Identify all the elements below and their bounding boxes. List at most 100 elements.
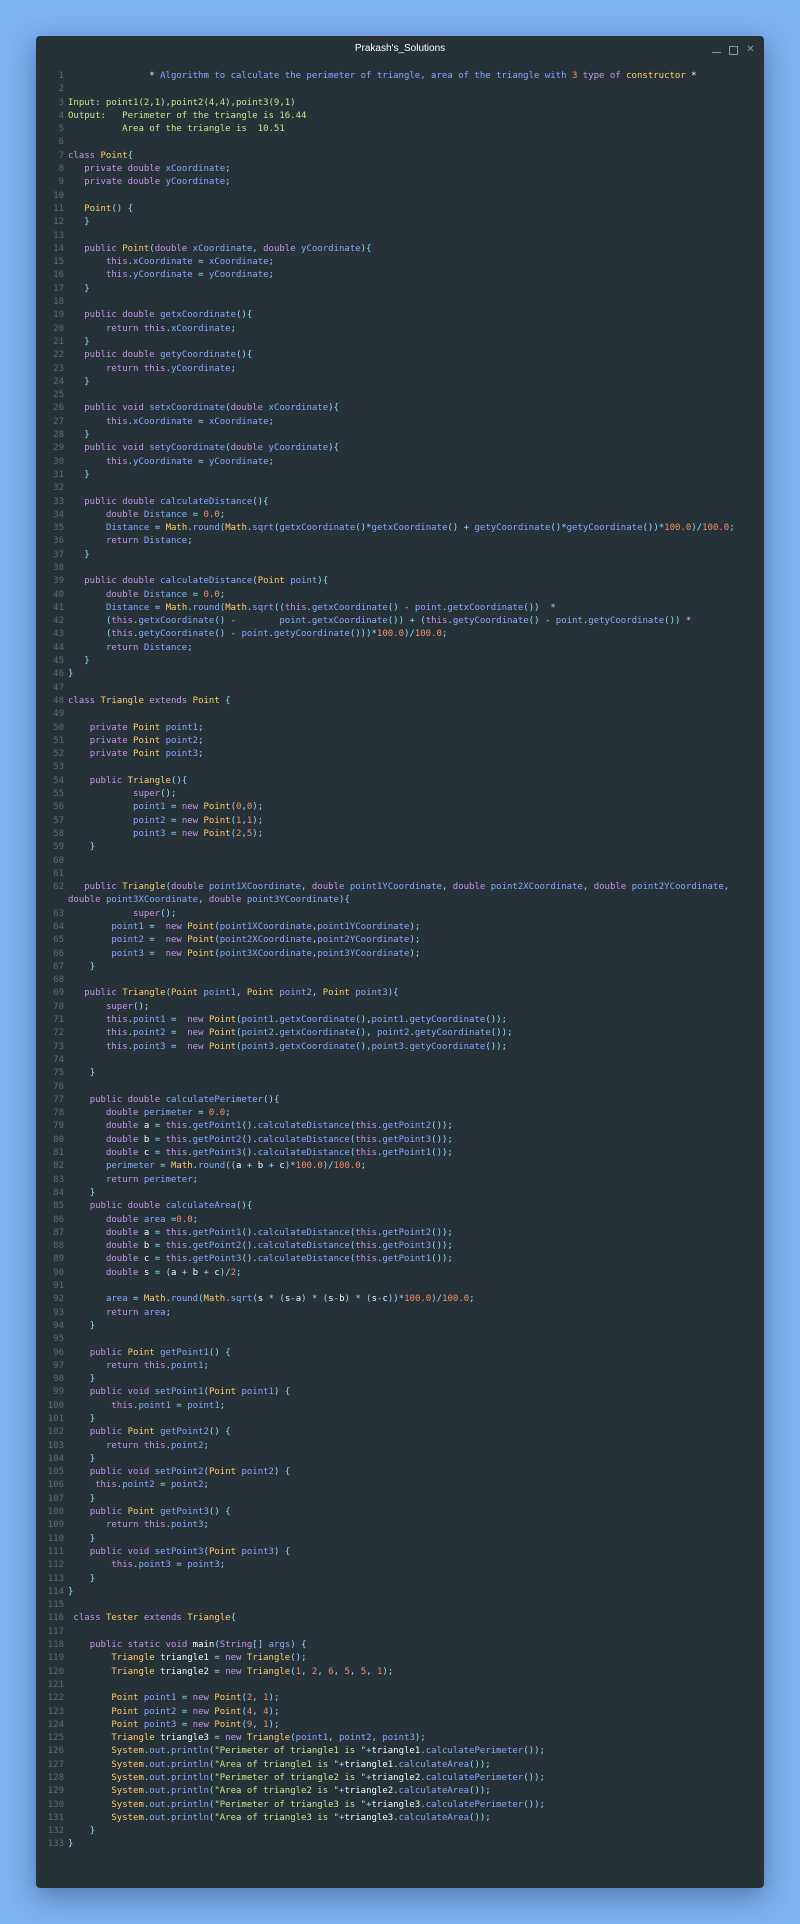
code-line: 22 public double getyCoordinate(){ [36, 349, 764, 362]
code-text: } [89, 1374, 96, 1385]
line-number: 8 [58, 164, 64, 175]
code-text: public double calculateDistance(Point po… [84, 576, 329, 587]
code-line: 56 point1 = new Point(0,0); [36, 801, 764, 814]
line-number: 4 [58, 110, 64, 121]
line-number: 39 [53, 576, 64, 587]
code-line: 75 } [36, 1067, 764, 1080]
line-number: 72 [53, 1028, 64, 1039]
line-number: 74 [53, 1054, 64, 1065]
code-text: class Tester extends Triangle{ [73, 1613, 237, 1624]
code-text: return this.xCoordinate; [105, 323, 237, 334]
code-text: this.yCoordinate = yCoordinate; [105, 456, 274, 467]
code-text: private Point point3; [89, 749, 204, 760]
code-line: 97 return this.point1; [36, 1360, 764, 1373]
line-number: 28 [53, 430, 64, 441]
line-number: 89 [53, 1254, 64, 1265]
code-line: 70 super(); [36, 1001, 764, 1014]
line-number: 5 [58, 124, 64, 135]
code-text: point1 = new Point(point1XCoordinate,poi… [111, 922, 421, 932]
code-text: point1 = new Point(0,0); [133, 802, 264, 813]
line-number: 17 [53, 283, 64, 294]
code-text: public Point getPoint3() { [89, 1507, 231, 1518]
line-number: 2 [58, 84, 64, 95]
code-line: 82 perimeter = Math.round((a + b + c)*10… [36, 1160, 764, 1173]
code-text: } [84, 656, 90, 667]
code-text: System.out.println("Perimeter of triangl… [111, 1773, 545, 1783]
line-number: 12 [53, 217, 64, 228]
code-text: point2 = new Point(point2XCoordinate,poi… [111, 935, 421, 946]
code-text: double s = (a + b + c)/2; [105, 1267, 242, 1278]
code-editor: 1 * Algorithm to calculate the perimeter… [36, 70, 764, 1852]
code-line: 39 public double calculateDistance(Point… [36, 575, 764, 588]
code-line: 29 public void setyCoordinate(double yCo… [36, 442, 764, 455]
line-number: 127 [47, 1759, 64, 1770]
code-line: 86 double area =0.0; [36, 1214, 764, 1227]
code-line: 67 } [36, 961, 764, 974]
code-text: this.point2 = new Point(point2.getxCoord… [105, 1028, 513, 1039]
line-number: 65 [53, 935, 64, 946]
code-text: super(); [133, 789, 177, 800]
line-number: 60 [53, 855, 64, 866]
line-number: 96 [53, 1347, 64, 1358]
code-line: 78 double perimeter = 0.0; [36, 1107, 764, 1120]
line-number: 52 [53, 749, 64, 760]
line-number: 81 [53, 1148, 64, 1159]
code-line: 46} [36, 668, 764, 681]
code-line: 54 public Triangle(){ [36, 775, 764, 788]
line-number: 68 [53, 975, 64, 986]
code-line: 120 Triangle triangle2 = new Triangle(1,… [36, 1666, 764, 1679]
code-line: 6 [36, 136, 764, 149]
code-text: } [89, 1413, 96, 1424]
code-text: Point point1 = new Point(2, 1); [111, 1693, 280, 1704]
code-line: 85 public double calculateArea(){ [36, 1200, 764, 1213]
code-text: } [84, 469, 90, 480]
code-text: point3 = new Point(point3XCoordinate,poi… [111, 948, 421, 959]
code-text: private Point point2; [89, 735, 204, 746]
code-text: Point point3 = new Point(9, 1); [111, 1719, 280, 1730]
code-line: 21 } [36, 336, 764, 349]
line-number: 6 [58, 137, 64, 148]
line-number: 41 [53, 602, 64, 613]
code-line: 74 [36, 1054, 764, 1067]
line-number: 98 [53, 1374, 64, 1385]
title-bar: Prakash's_Solutions ✕ [36, 36, 764, 62]
line-number: 104 [47, 1453, 64, 1464]
code-text: double c = this.getPoint3().calculateDis… [105, 1254, 453, 1265]
code-text: Triangle triangle3 = new Triangle(point1… [111, 1733, 426, 1744]
maximize-icon[interactable] [728, 44, 739, 55]
window-controls: ✕ [711, 44, 756, 55]
code-line: 104 } [36, 1453, 764, 1466]
code-text: } [84, 336, 90, 347]
code-text: private Point point1; [89, 722, 204, 733]
code-text: } [89, 1573, 96, 1584]
code-text: point3 = new Point(2,5); [133, 828, 264, 839]
minimize-icon[interactable] [711, 44, 722, 55]
line-number: 105 [47, 1467, 64, 1478]
code-text: (this.getxCoordinate() - point.getxCoord… [105, 616, 692, 627]
line-number: 113 [47, 1573, 64, 1584]
line-number: 94 [53, 1320, 64, 1331]
code-text: public Point getPoint2() { [89, 1427, 231, 1438]
code-text: class Triangle extends Point { [68, 695, 231, 706]
code-line: 33 public double calculateDistance(){ [36, 496, 764, 509]
code-line: 60 [36, 855, 764, 868]
line-number: 54 [53, 775, 64, 786]
line-number: 58 [53, 828, 64, 839]
code-line: 42 (this.getxCoordinate() - point.getxCo… [36, 615, 764, 628]
code-line: 1 * Algorithm to calculate the perimeter… [36, 70, 764, 83]
code-line: 7 class Point{ [36, 150, 764, 163]
code-line: 88 double b = this.getPoint2().calculate… [36, 1240, 764, 1253]
code-text: double b = this.getPoint2().calculateDis… [105, 1134, 453, 1145]
code-text: Input: point1(2,1),point2(4,4),point3(9,… [68, 97, 296, 108]
code-text: private double xCoordinate; [84, 164, 231, 175]
line-number: 7 [58, 150, 64, 161]
line-number: 114 [47, 1586, 64, 1597]
close-icon[interactable]: ✕ [745, 44, 756, 55]
line-number: 107 [47, 1493, 64, 1504]
line-number: 19 [53, 310, 64, 321]
code-text: super(); [105, 1001, 150, 1012]
line-number: 16 [53, 270, 64, 281]
code-text: return Distance; [105, 536, 193, 547]
code-line: 121 [36, 1679, 764, 1692]
line-number: 92 [53, 1294, 64, 1305]
